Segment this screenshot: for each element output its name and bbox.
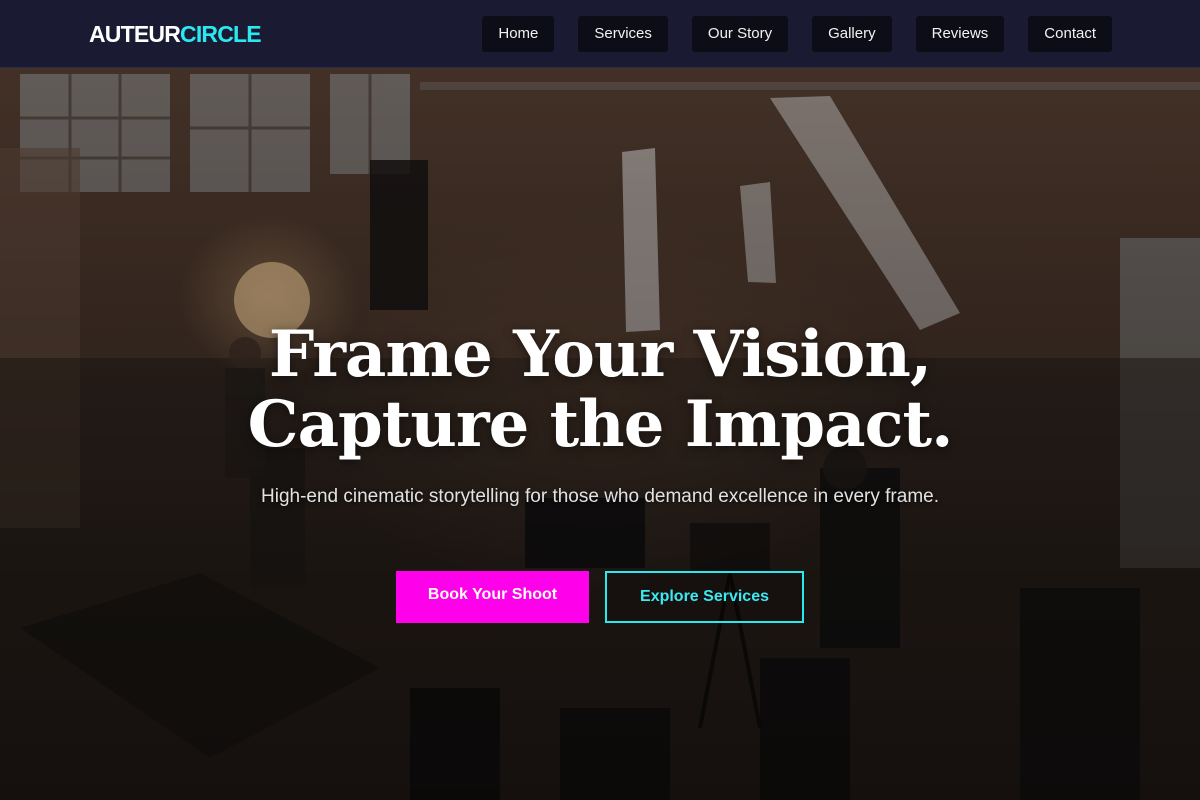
hero-title-line1: Frame Your Vision, (268, 317, 932, 392)
site-logo[interactable]: AUTEURCIRCLE (89, 20, 262, 48)
nav-gallery[interactable]: Gallery (812, 16, 892, 52)
nav-reviews[interactable]: Reviews (915, 16, 1005, 52)
hero-section: Frame Your Vision, Capture the Impact. H… (0, 68, 1200, 800)
navbar: AUTEURCIRCLE Home Services Our Story Gal… (0, 0, 1200, 68)
hero-subtitle: High-end cinematic storytelling for thos… (261, 486, 939, 507)
logo-text-part1: AUTEUR (89, 21, 181, 47)
nav-home[interactable]: Home (482, 16, 555, 52)
nav-contact[interactable]: Contact (1028, 16, 1112, 52)
hero-title-line2: Capture the Impact. (247, 387, 954, 462)
hero-title: Frame Your Vision, Capture the Impact. (100, 320, 1100, 460)
nav-our-story[interactable]: Our Story (691, 16, 789, 52)
book-shoot-button[interactable]: Book Your Shoot (396, 571, 589, 623)
nav-services[interactable]: Services (578, 16, 668, 52)
explore-services-button[interactable]: Explore Services (605, 571, 804, 623)
logo-text-part2: CIRCLE (180, 21, 262, 47)
main-nav: Home Services Our Story Gallery Reviews … (482, 16, 1112, 52)
